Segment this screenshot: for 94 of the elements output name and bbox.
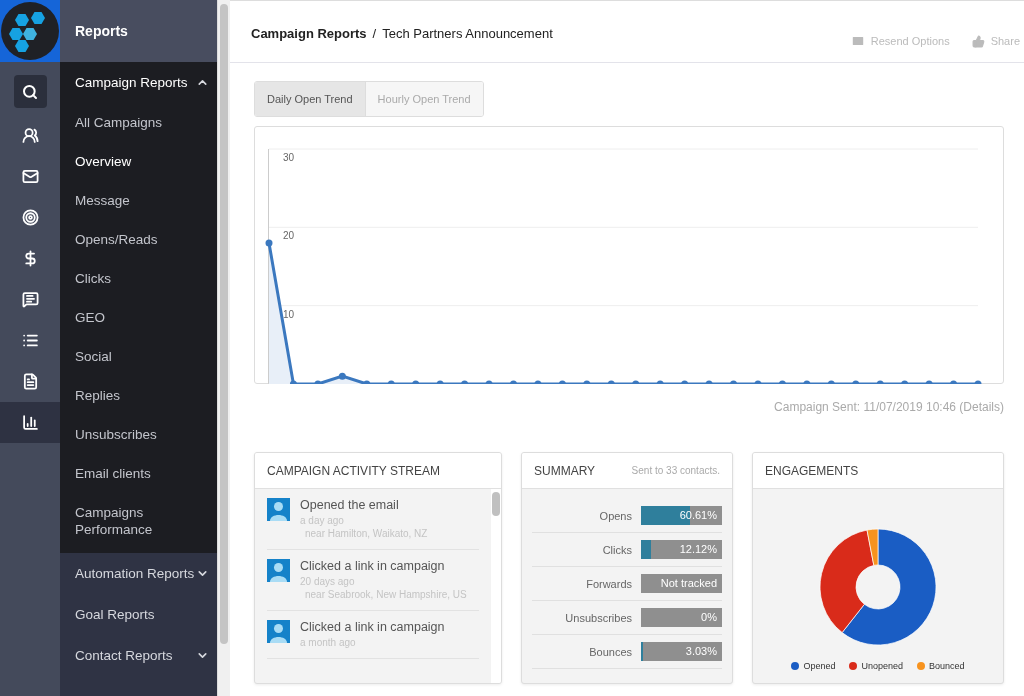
menu-item[interactable]: Unsubscribes <box>60 415 217 454</box>
summary-label: Forwards <box>585 577 632 590</box>
avatar-icon <box>267 559 290 582</box>
users-icon <box>21 127 39 144</box>
activity-title: Clicked a link in campaign <box>300 620 445 634</box>
axis-tick-label: 30 <box>283 152 295 163</box>
summary-note: Sent to 33 contacts. <box>631 465 720 476</box>
sent-note: Campaign Sent: 11/07/2019 10:46 (Details) <box>774 400 1004 414</box>
menu-title: Reports <box>60 0 217 62</box>
activity-title: Opened the email <box>300 498 400 512</box>
menu-item[interactable]: Message <box>60 181 217 220</box>
mail-icon <box>21 168 39 185</box>
axis-tick-label: 20 <box>283 230 295 242</box>
data-point <box>583 380 591 384</box>
menu-item[interactable]: Social <box>60 337 217 376</box>
data-point <box>754 380 762 384</box>
data-point <box>876 380 884 384</box>
legend-label: Unopened <box>861 661 903 671</box>
legend-dot <box>791 662 800 670</box>
data-point <box>974 380 982 384</box>
chat-icon <box>21 291 39 308</box>
menu-group[interactable]: Goal Reports <box>60 594 217 635</box>
menu-item[interactable]: All Campaigns <box>60 103 217 142</box>
legend-dot <box>849 662 858 670</box>
menu-item[interactable]: Clicks <box>60 259 217 298</box>
bar-value: 3.03% <box>684 644 718 659</box>
panel-title: ENGAGEMENTS <box>765 463 859 478</box>
data-point <box>852 380 860 384</box>
search-icon <box>22 83 38 100</box>
breadcrumb-link[interactable]: Campaign Reports <box>251 26 367 41</box>
avatar-icon <box>267 620 290 643</box>
data-point <box>436 380 444 384</box>
chart-tab[interactable]: Daily Open Trend <box>255 82 366 116</box>
data-point <box>558 380 566 384</box>
menu-item[interactable]: Replies <box>60 376 217 415</box>
data-point <box>607 380 615 384</box>
panel-title: SUMMARY <box>534 463 596 478</box>
legend-dot <box>917 662 925 670</box>
logo-icon[interactable] <box>0 0 60 62</box>
search-button[interactable] <box>13 75 47 108</box>
data-point <box>901 380 909 384</box>
page-title: Tech Partners Announcement <box>382 26 553 41</box>
rail-button[interactable] <box>0 402 60 443</box>
data-point <box>925 380 933 384</box>
data-point <box>950 380 958 384</box>
data-point <box>656 380 664 384</box>
scrollbar[interactable] <box>217 0 230 696</box>
data-point <box>803 380 811 384</box>
scrollbar[interactable] <box>491 489 501 683</box>
menu-item[interactable]: Opens/Reads <box>60 220 217 259</box>
summary-label: Opens <box>598 509 632 522</box>
bar-chart-icon <box>21 414 39 431</box>
legend-label: Bounced <box>929 661 965 671</box>
data-point <box>632 380 640 384</box>
summary-label: Unsubscribes <box>564 611 632 624</box>
summary-label: Bounces <box>588 645 632 658</box>
data-point <box>363 380 371 384</box>
data-point <box>827 380 835 384</box>
data-point <box>681 380 689 384</box>
bar-value: Not tracked <box>659 576 718 591</box>
document-icon <box>21 373 39 390</box>
menu-group[interactable]: Campaign Reports <box>60 62 217 103</box>
data-point <box>705 380 713 384</box>
activity-title: Clicked a link in campaign <box>300 559 446 573</box>
axis-tick-label: 10 <box>283 308 295 320</box>
bar-value: 12.12% <box>678 542 718 557</box>
list-icon <box>21 332 39 349</box>
bar-value: 0% <box>700 610 718 625</box>
menu-item[interactable]: Campaigns Performance <box>60 493 217 549</box>
data-point <box>510 380 517 384</box>
thumbs-up-icon <box>971 34 985 48</box>
menu-item[interactable]: GEO <box>60 298 217 337</box>
data-point <box>387 380 395 384</box>
menu-item[interactable]: Overview <box>60 142 217 181</box>
data-point <box>485 380 493 384</box>
data-point <box>314 380 322 384</box>
data-point <box>289 380 297 384</box>
summary-label: Clicks <box>601 543 632 556</box>
target-icon <box>21 209 39 226</box>
mail-icon <box>850 34 865 48</box>
menu-group[interactable]: Automation Reports <box>60 553 217 594</box>
data-point <box>534 380 542 384</box>
menu-group[interactable]: Contact Reports <box>60 635 217 676</box>
legend-label: Opened <box>803 661 836 671</box>
panel-title: CAMPAIGN ACTIVITY STREAM <box>267 463 440 478</box>
data-point <box>412 380 420 384</box>
data-point <box>461 380 469 384</box>
data-point <box>265 239 273 247</box>
data-point <box>338 372 346 380</box>
avatar-icon <box>267 498 290 521</box>
data-point <box>730 380 737 384</box>
breadcrumb-separator: / <box>372 26 377 41</box>
data-point <box>778 380 786 384</box>
menu-item[interactable]: Email clients <box>60 454 217 493</box>
